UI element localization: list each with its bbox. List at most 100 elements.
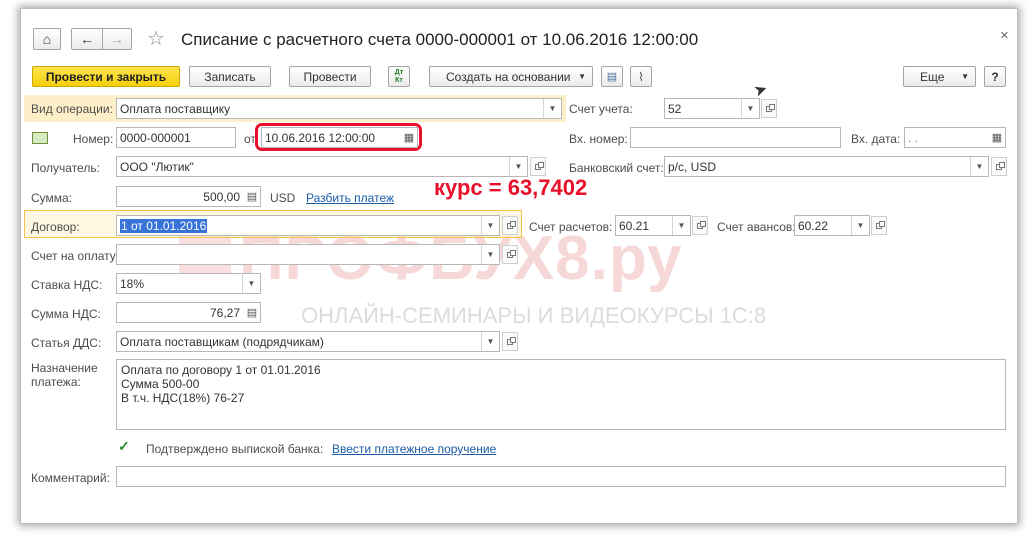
create-based-on-button[interactable]: Создать на основании ▼ — [429, 66, 593, 87]
split-payment-link[interactable]: Разбить платеж — [306, 191, 394, 205]
arrow-right-icon: → — [110, 31, 124, 47]
home-button[interactable]: ⌂ — [33, 28, 61, 50]
open-icon — [507, 336, 516, 345]
purpose-label-line1: Назначение — [31, 361, 98, 375]
vat-rate-select[interactable]: 18% ▼ — [116, 273, 261, 294]
number-field[interactable]: 0000-000001 — [116, 127, 236, 148]
advance-account-open-button[interactable] — [871, 216, 887, 235]
settlement-account-open-button[interactable] — [692, 216, 708, 235]
watermark-sub: ОНЛАЙН-СЕМИНАРЫ И ВИДЕОКУРСЫ 1С:8 — [301, 303, 767, 328]
chevron-down-icon: ▼ — [481, 245, 499, 264]
invoice-select[interactable]: ▼ — [116, 244, 500, 265]
posted-status-icon — [32, 132, 48, 144]
comment-label: Комментарий: — [31, 471, 110, 485]
open-icon — [996, 161, 1005, 170]
vat-sum-field[interactable]: 76,27 ▤ — [116, 302, 261, 323]
calculator-icon[interactable]: ▤ — [245, 305, 259, 319]
contract-open-button[interactable] — [502, 216, 518, 235]
save-button[interactable]: Записать — [189, 66, 271, 87]
incoming-date-label: Вх. дата: — [851, 132, 901, 146]
bank-account-select[interactable]: р/с, USD ▼ — [664, 156, 989, 177]
calculator-icon[interactable]: ▤ — [245, 189, 259, 203]
chevron-down-icon: ▼ — [851, 216, 869, 235]
enter-payment-order-link[interactable]: Ввести платежное поручение — [332, 442, 496, 456]
close-icon[interactable]: × — [1000, 27, 1009, 44]
incoming-number-label: Вх. номер: — [569, 132, 628, 146]
open-icon — [766, 103, 775, 112]
chevron-down-icon: ▼ — [543, 99, 561, 118]
calendar-icon[interactable]: ▦ — [402, 130, 416, 144]
dds-select[interactable]: Оплата поставщикам (подрядчикам) ▼ — [116, 331, 500, 352]
chevron-down-icon: ▼ — [741, 99, 759, 118]
chevron-down-icon: ▼ — [672, 216, 690, 235]
date-field[interactable]: 10.06.2016 12:00:00 ▦ — [261, 127, 418, 148]
purpose-line: Оплата по договору 1 от 01.01.2016 — [121, 363, 321, 377]
chevron-down-icon: ▼ — [961, 72, 969, 81]
dds-open-button[interactable] — [502, 332, 518, 351]
more-button[interactable]: Еще ▼ — [903, 66, 976, 87]
paperclip-icon: ⌇ — [638, 69, 644, 84]
account-open-button[interactable] — [761, 99, 777, 118]
contract-select[interactable]: 1 от 01.01.2016 ▼ — [116, 215, 500, 236]
favorite-star-icon[interactable]: ☆ — [147, 28, 165, 50]
currency-label: USD — [270, 191, 296, 205]
operation-label: Вид операции: — [31, 102, 113, 116]
back-button[interactable]: ← — [71, 28, 103, 50]
arrow-left-icon: ← — [80, 31, 94, 47]
help-button[interactable]: ? — [984, 66, 1006, 87]
invoice-label: Счет на оплату: — [31, 249, 120, 263]
confirmed-checkbox[interactable]: ✓ — [118, 438, 131, 454]
recipient-open-button[interactable] — [530, 157, 546, 176]
sum-label: Сумма: — [31, 191, 73, 205]
recipient-select[interactable]: ООО "Лютик" ▼ — [116, 156, 528, 177]
incoming-date-field[interactable]: . . ▦ — [904, 127, 1006, 148]
bank-account-label: Банковский счет: — [569, 161, 664, 175]
advance-account-select[interactable]: 60.22 ▼ — [794, 215, 870, 236]
purpose-line: Сумма 500-00 — [121, 377, 200, 391]
incoming-number-field[interactable] — [630, 127, 841, 148]
comment-field[interactable] — [116, 466, 1006, 487]
chevron-down-icon: ▼ — [578, 72, 586, 81]
settlement-account-label: Счет расчетов: — [529, 220, 613, 234]
advance-account-label: Счет авансов: — [717, 220, 796, 234]
open-icon — [697, 220, 706, 229]
sum-field[interactable]: 500,00 ▤ — [116, 186, 261, 207]
checkmark-icon: ✓ — [118, 438, 130, 454]
document-window: ⌂ ← → ☆ Списание с расчетного счета 0000… — [20, 8, 1018, 524]
forward-button[interactable]: → — [102, 28, 132, 50]
purpose-label-line2: платежа: — [31, 375, 81, 389]
account-select[interactable]: 52 ▼ — [664, 98, 760, 119]
confirmed-label: Подтверждено выпиской банка: — [146, 442, 324, 456]
vat-rate-label: Ставка НДС: — [31, 278, 103, 292]
purpose-line: В т.ч. НДС(18%) 76-27 — [121, 391, 245, 405]
open-icon — [876, 220, 885, 229]
post-and-close-button[interactable]: Провести и закрыть — [32, 66, 180, 87]
print-button[interactable]: ▤ — [601, 66, 623, 87]
dtkt-button[interactable]: Дт Кт — [388, 66, 410, 87]
invoice-open-button[interactable] — [502, 245, 518, 264]
dtkt-icon: Дт Кт — [394, 68, 404, 84]
settlement-account-select[interactable]: 60.21 ▼ — [615, 215, 691, 236]
chevron-down-icon: ▼ — [242, 274, 260, 293]
attach-button[interactable]: ⌇ — [630, 66, 652, 87]
open-icon — [507, 249, 516, 258]
post-button[interactable]: Провести — [289, 66, 371, 87]
calendar-icon[interactable]: ▦ — [990, 130, 1004, 144]
dds-label: Статья ДДС: — [31, 336, 102, 350]
home-icon: ⌂ — [42, 31, 52, 47]
document-icon: ▤ — [606, 71, 618, 83]
chevron-down-icon: ▼ — [481, 216, 499, 235]
recipient-label: Получатель: — [31, 161, 100, 175]
rate-annotation: курс = 63,7402 — [434, 175, 588, 200]
purpose-textarea[interactable]: Оплата по договору 1 от 01.01.2016 Сумма… — [116, 359, 1006, 430]
chevron-down-icon: ▼ — [481, 332, 499, 351]
account-label: Счет учета: — [569, 102, 633, 116]
chevron-down-icon: ▼ — [509, 157, 527, 176]
bank-account-open-button[interactable] — [991, 157, 1007, 176]
vat-sum-label: Сумма НДС: — [31, 307, 101, 321]
contract-label: Договор: — [31, 220, 80, 234]
open-icon — [535, 161, 544, 170]
operation-select[interactable]: Оплата поставщику ▼ — [116, 98, 562, 119]
open-icon — [507, 220, 516, 229]
window-title: Списание с расчетного счета 0000-000001 … — [181, 30, 699, 49]
